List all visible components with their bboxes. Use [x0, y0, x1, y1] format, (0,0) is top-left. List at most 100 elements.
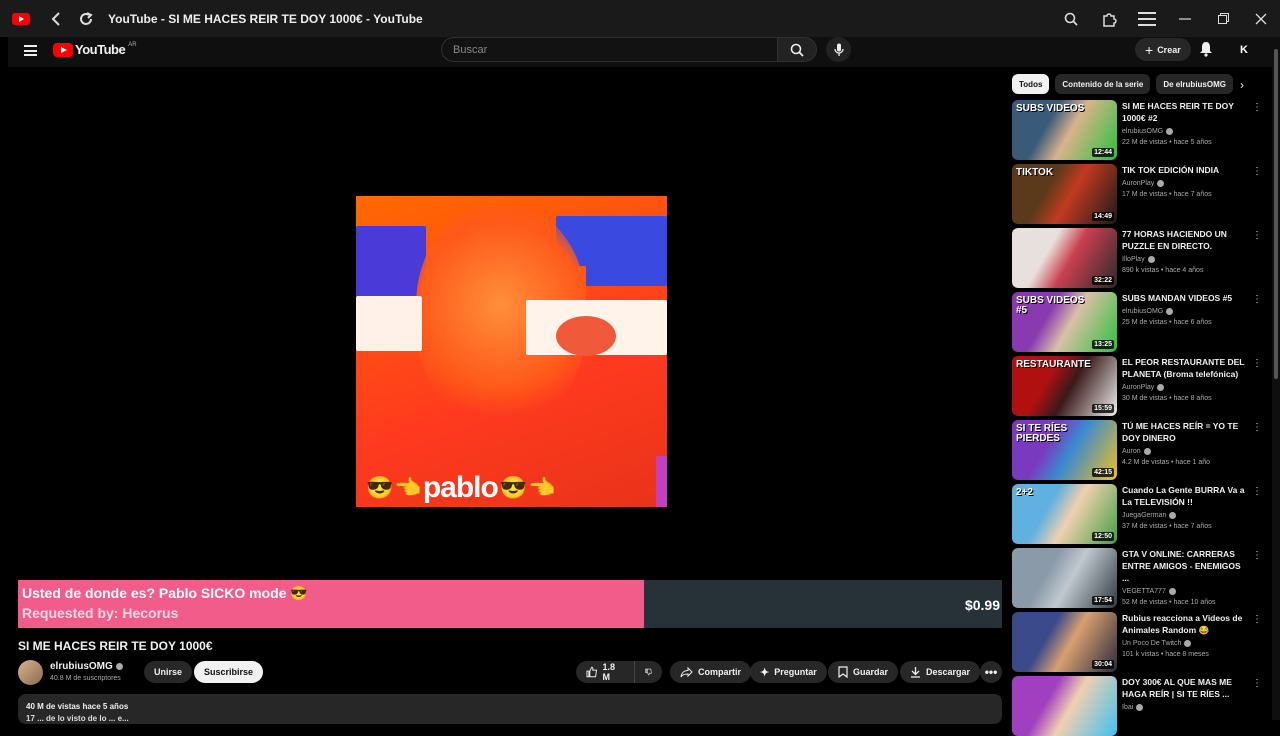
verified-icon	[115, 663, 123, 670]
extensions-icon[interactable]	[1090, 0, 1128, 37]
download-button[interactable]: Descargar	[900, 661, 981, 683]
chip-0[interactable]: Todos	[1012, 74, 1050, 94]
donation-message: Usted de donde es? Pablo SICKO mode 😎	[22, 585, 308, 601]
video-thumbnail[interactable]: TIKTOK 14:49	[1012, 164, 1117, 224]
search-button[interactable]	[777, 37, 817, 62]
video-thumbnail[interactable]: SUBS VIDEOS #5 13:25	[1012, 292, 1117, 352]
video-thumbnail[interactable]: RESTAURANTE 15:59	[1012, 356, 1117, 416]
create-button[interactable]: + Crear	[1135, 38, 1191, 61]
video-duration: 12:44	[1092, 148, 1114, 157]
zoom-icon[interactable]	[1052, 0, 1090, 37]
chip-1[interactable]: Contenido de la serie	[1055, 74, 1151, 94]
recommendation-title[interactable]: TÚ ME HACES REÍR = YO TE DOY DINERO	[1122, 420, 1248, 444]
ask-button[interactable]: ✦ Preguntar	[750, 661, 827, 683]
video-thumbnail[interactable]: SUBS VIDEOS 12:44	[1012, 100, 1117, 160]
logo-region: AR	[128, 41, 137, 48]
video-thumbnail[interactable]: 17:54	[1012, 548, 1117, 608]
recommendation-title[interactable]: Rubius reacciona a Videos de Animales Ra…	[1122, 612, 1248, 636]
recommendation-title[interactable]: Cuando La Gente BURRA Va a La TELEVISIÓN…	[1122, 484, 1248, 508]
recommendation-title[interactable]: SUBS MANDAN VIDEOS #5	[1122, 292, 1248, 304]
recommendation-item[interactable]: 2+2 12:50 Cuando La Gente BURRA Va a La TE…	[1012, 484, 1266, 544]
page-scrollbar[interactable]	[1272, 37, 1280, 720]
recommendation-channel[interactable]: Un Poco De Twitch	[1122, 638, 1181, 649]
thumbnail-text: 2+2	[1016, 487, 1033, 498]
reload-icon[interactable]	[74, 11, 98, 27]
youtube-logo-icon	[53, 42, 73, 57]
thumbnail-text: RESTAURANTE	[1016, 359, 1091, 370]
notifications-bell-icon[interactable]	[1199, 41, 1213, 62]
recommendation-item[interactable]: SI TE RÍES PIERDES 42:15 TÚ ME HACES REÍR …	[1012, 420, 1266, 480]
recommendation-item[interactable]: SUBS VIDEOS #5 13:25 SUBS MANDAN VIDEOS #5…	[1012, 292, 1266, 352]
recommendation-channel[interactable]: elrubiusOMG	[1122, 126, 1163, 137]
minimize-icon[interactable]	[1166, 0, 1204, 37]
recommendation-item[interactable]: 17:54 GTA V ONLINE: CARRERAS ENTRE AMIGOS…	[1012, 548, 1266, 608]
video-thumbnail[interactable]: 32:22	[1012, 228, 1117, 288]
scrollbar-thumb[interactable]	[1274, 49, 1278, 379]
join-button[interactable]: Unirse	[144, 661, 193, 683]
window-title: YouTube - SI ME HACES REIR TE DOY 1000€ …	[108, 11, 423, 26]
recommendation-item[interactable]: 30:04 Rubius reacciona a Videos de Animal…	[1012, 612, 1266, 672]
chip-2[interactable]: De elrubiusOMG	[1156, 74, 1233, 94]
like-button[interactable]: 1.8 M	[576, 661, 634, 683]
recommendation-item[interactable]: TIKTOK 14:49 TIK TOK EDICIÓN INDIA AuronPla…	[1012, 164, 1266, 224]
subscribe-button[interactable]: Suscribirse	[194, 661, 264, 683]
recommendation-title[interactable]: TIK TOK EDICIÓN INDIA	[1122, 164, 1248, 176]
recommendation-item[interactable]: DOY 300€ AL QUE MAS ME HAGA REÍR | SI TE…	[1012, 676, 1266, 736]
more-vertical-icon[interactable]: ⋮	[1252, 614, 1262, 625]
more-vertical-icon[interactable]: ⋮	[1252, 102, 1262, 113]
share-button[interactable]: Compartir	[670, 661, 752, 683]
back-arrow-icon[interactable]	[42, 11, 70, 26]
more-vertical-icon[interactable]: ⋮	[1252, 230, 1262, 241]
recommendation-channel[interactable]: JuegaGerman	[1122, 510, 1166, 521]
more-vertical-icon[interactable]: ⋮	[1252, 166, 1262, 177]
more-vertical-icon[interactable]: ⋮	[1252, 550, 1262, 561]
more-vertical-icon[interactable]: ⋮	[1252, 294, 1262, 305]
logo-text: YouTube	[75, 42, 126, 57]
dislike-button[interactable]	[634, 661, 662, 683]
video-thumbnail[interactable]	[1012, 676, 1117, 736]
thumbs-down-icon	[645, 668, 652, 676]
chevron-right-icon[interactable]: ›	[1240, 78, 1244, 92]
more-actions-button[interactable]: •••	[980, 661, 1002, 683]
recommendation-title[interactable]: 77 HORAS HACIENDO UN PUZZLE EN DIRECTO.	[1122, 228, 1248, 252]
restore-icon[interactable]	[1204, 0, 1242, 37]
channel-avatar[interactable]	[18, 660, 43, 685]
recommendation-channel[interactable]: AuronPlay	[1122, 382, 1154, 393]
more-vertical-icon[interactable]: ⋮	[1252, 486, 1262, 497]
recommendation-channel[interactable]: Ibai	[1122, 702, 1133, 713]
recommendation-channel[interactable]: IlloPlay	[1122, 254, 1145, 265]
recommendation-channel[interactable]: AuronPlay	[1122, 178, 1154, 189]
more-vertical-icon[interactable]: ⋮	[1252, 422, 1262, 433]
voice-search-button[interactable]	[826, 37, 851, 62]
save-button[interactable]: Guardar	[828, 661, 899, 683]
more-vertical-icon[interactable]: ⋮	[1252, 678, 1262, 689]
account-avatar[interactable]: K	[1235, 41, 1253, 59]
recommendation-channel[interactable]: VEGETTA777	[1122, 586, 1166, 597]
video-duration: 14:49	[1092, 212, 1114, 221]
video-thumbnail[interactable]: 30:04	[1012, 612, 1117, 672]
recommendation-title[interactable]: DOY 300€ AL QUE MAS ME HAGA REÍR | SI TE…	[1122, 676, 1248, 700]
recommendation-title[interactable]: GTA V ONLINE: CARRERAS ENTRE AMIGOS - EN…	[1122, 548, 1248, 584]
subscriber-count: 40.8 M de suscriptores	[50, 675, 121, 682]
recommendation-channel[interactable]: elrubiusOMG	[1122, 306, 1163, 317]
guide-menu-icon[interactable]	[24, 45, 37, 56]
search-input[interactable]: Buscar	[441, 37, 778, 62]
recommendation-item[interactable]: 32:22 77 HORAS HACIENDO UN PUZZLE EN DIRE…	[1012, 228, 1266, 288]
recommendation-title[interactable]: SI ME HACES REIR TE DOY 1000€ #2	[1122, 100, 1248, 124]
microphone-icon	[833, 43, 844, 56]
more-vertical-icon[interactable]: ⋮	[1252, 358, 1262, 369]
channel-name[interactable]: elrubiusOMG	[50, 661, 123, 672]
recommendation-title[interactable]: EL PEOR RESTAURANTE DEL PLANETA (Broma t…	[1122, 356, 1248, 380]
recommendation-stats: 37 M de vistas • hace 7 años	[1122, 523, 1212, 530]
video-thumbnail[interactable]: SI TE RÍES PIERDES 42:15	[1012, 420, 1117, 480]
menu-icon[interactable]	[1128, 0, 1166, 37]
recommendation-item[interactable]: RESTAURANTE 15:59 EL PEOR RESTAURANTE DEL …	[1012, 356, 1266, 416]
close-icon[interactable]	[1242, 0, 1280, 37]
recommendation-channel[interactable]: Auron	[1122, 446, 1141, 457]
recommendation-item[interactable]: SUBS VIDEOS 12:44 SI ME HACES REIR TE DOY …	[1012, 100, 1266, 160]
video-player[interactable]: 😎 👈 pablo 😎 👈	[18, 75, 1002, 579]
video-thumbnail[interactable]: 2+2 12:50	[1012, 484, 1117, 544]
save-label: Guardar	[853, 667, 889, 677]
youtube-logo[interactable]: YouTube AR	[53, 42, 137, 57]
verified-icon	[1136, 704, 1144, 711]
